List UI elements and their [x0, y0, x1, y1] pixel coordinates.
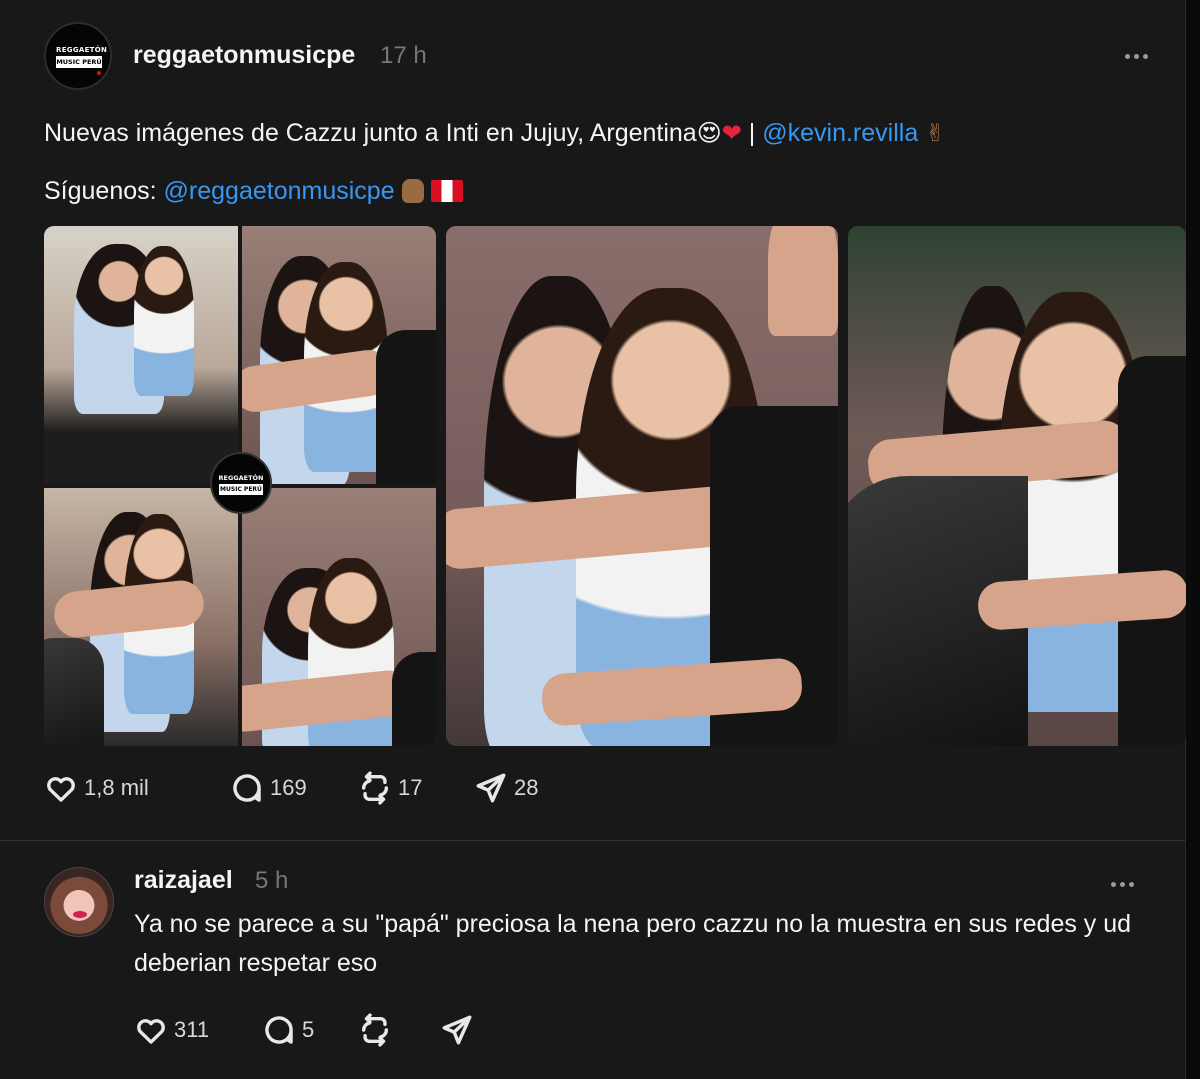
repost-icon — [361, 771, 389, 805]
threads-card: REGGAETÓN MUSIC PERÚ reggaetonmusicpe 17… — [0, 0, 1186, 1079]
photo-car-side[interactable] — [848, 226, 1186, 746]
photo-collage[interactable]: REGGAETÓN MUSIC PERÚ — [44, 226, 436, 746]
heart-eyes-emoji: 😍 — [696, 119, 722, 147]
post-header: REGGAETÓN MUSIC PERÚ reggaetonmusicpe 17… — [44, 22, 1154, 92]
reply-text: Ya no se parece a su "papá" preciosa la … — [134, 910, 1132, 977]
post-caption: Nuevas imágenes de Cazzu junto a Inti en… — [44, 116, 945, 150]
reply-count: 169 — [270, 775, 307, 800]
reply-repost-button[interactable] — [358, 1013, 440, 1047]
photo-closeup[interactable] — [446, 226, 838, 746]
post-actions: 1,8 mil 169 17 28 — [44, 768, 538, 808]
post-timestamp[interactable]: 17 h — [380, 42, 427, 70]
follow-mention-link[interactable]: @reggaetonmusicpe — [164, 177, 395, 205]
watermark-line1: REGGAETÓN — [218, 474, 264, 482]
caption-text: Nuevas imágenes de Cazzu junto a Inti en… — [44, 119, 697, 147]
send-icon — [442, 1015, 472, 1045]
follow-line: Síguenos: @reggaetonmusicpe — [44, 174, 463, 208]
reply-reply-button[interactable]: 5 — [262, 1013, 358, 1047]
author-username[interactable]: reggaetonmusicpe — [133, 41, 355, 70]
reply-like-count: 311 — [174, 1017, 210, 1042]
reply-like-button[interactable]: 311 — [134, 1013, 262, 1047]
share-button[interactable]: 28 — [474, 771, 538, 805]
avatar-logo-dot — [97, 71, 101, 75]
mention-link[interactable]: @kevin.revilla — [762, 119, 918, 147]
media-carousel[interactable]: REGGAETÓN MUSIC PERÚ — [44, 226, 1186, 746]
collage-cell — [44, 488, 238, 746]
like-button[interactable]: 1,8 mil — [44, 771, 230, 805]
comment-icon — [265, 1016, 293, 1044]
heart-icon — [47, 777, 75, 802]
red-heart-emoji: ❤ — [721, 119, 742, 147]
reply-timestamp[interactable]: 5 h — [255, 867, 288, 895]
collage-cell — [242, 488, 436, 746]
avatar-logo-line1: REGGAETÓN — [56, 46, 108, 54]
divider — [0, 840, 1186, 841]
heart-icon — [137, 1019, 165, 1044]
victory-hand-emoji: ✌ — [925, 119, 946, 147]
follow-label: Síguenos: — [44, 177, 164, 205]
collage-cell — [242, 226, 436, 484]
reply-reply-count: 5 — [302, 1017, 315, 1042]
watermark-logo: REGGAETÓN MUSIC PERÚ — [210, 452, 272, 514]
share-count: 28 — [514, 775, 539, 800]
reply-button[interactable]: 169 — [230, 771, 358, 805]
repost-icon — [361, 1013, 389, 1047]
reply-avatar[interactable] — [44, 867, 114, 937]
fist-bump-emoji — [401, 179, 424, 203]
repost-count: 17 — [398, 775, 423, 800]
caption-separator: | — [741, 119, 763, 147]
reply-actions: 311 5 — [134, 1010, 474, 1050]
comment-icon — [233, 774, 261, 802]
reply-more-options-icon[interactable] — [1104, 872, 1140, 896]
collage-cell — [44, 226, 238, 484]
like-count: 1,8 mil — [84, 775, 149, 800]
peru-flag-emoji — [430, 180, 463, 202]
repost-button[interactable]: 17 — [358, 771, 474, 805]
reply-username[interactable]: raizajael — [134, 866, 233, 895]
avatar-logo-line2: MUSIC PERÚ — [56, 56, 102, 68]
reply-share-button[interactable] — [440, 1013, 474, 1047]
watermark-line2: MUSIC PERÚ — [219, 484, 263, 495]
more-options-icon[interactable] — [1118, 44, 1154, 68]
send-icon — [476, 773, 506, 803]
author-avatar[interactable]: REGGAETÓN MUSIC PERÚ — [44, 22, 112, 90]
